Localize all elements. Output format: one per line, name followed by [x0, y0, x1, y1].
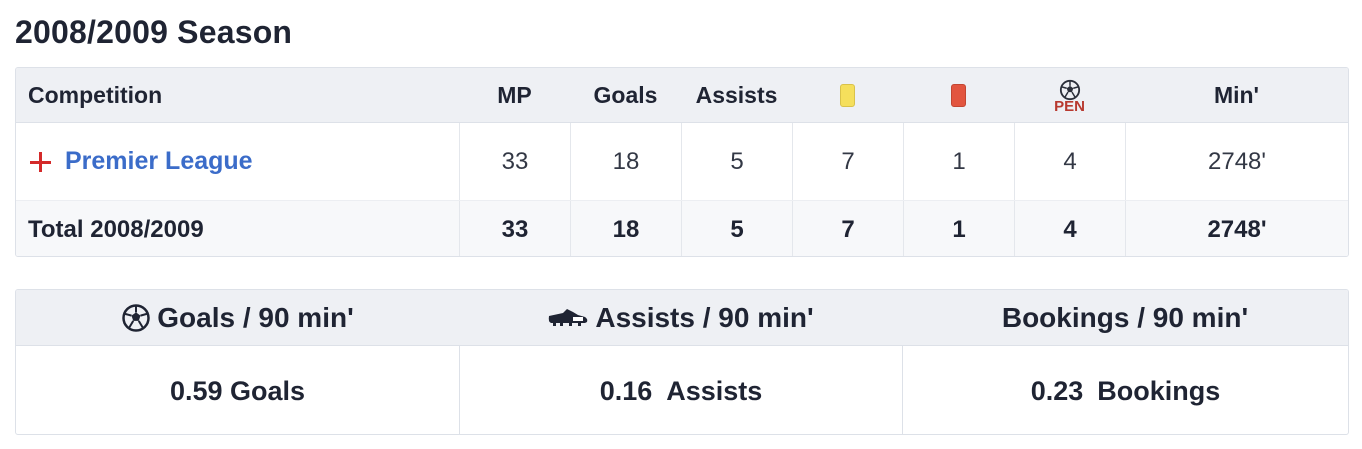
total-red-cards: 1: [903, 201, 1014, 256]
total-matches-played: 33: [459, 201, 570, 256]
total-assists: 5: [681, 201, 792, 256]
matches-played-value: 33: [459, 123, 570, 200]
goals-per-90-value: 0.59: [169, 375, 223, 406]
bookings-per-90-label: Bookings / 90 min': [1001, 301, 1249, 333]
total-goals: 18: [570, 201, 681, 256]
bookings-per-90-unit: Bookings: [1097, 375, 1221, 406]
header-assists[interactable]: Assists: [681, 68, 792, 122]
soccer-ball-icon: [121, 303, 151, 333]
total-yellow-cards: 7: [792, 201, 903, 256]
competition-cell: Premier League: [16, 123, 459, 200]
football-boot-icon: [547, 306, 589, 330]
assists-per-90-unit: Assists: [666, 375, 763, 406]
bookings-per-90-header: Bookings / 90 min': [902, 290, 1348, 345]
bookings-per-90-cell: 0.23 Bookings: [902, 346, 1348, 434]
yellow-cards-value: 7: [792, 123, 903, 200]
header-competition[interactable]: Competition: [16, 68, 459, 122]
goals-per-90-unit: Goals: [230, 375, 306, 406]
goals-per-90-cell: 0.59 Goals: [16, 346, 459, 434]
goals-per-90-label: Goals / 90 min': [157, 301, 354, 333]
penalty-label: PEN: [1054, 97, 1085, 115]
bookings-per-90-value: 0.23: [1030, 375, 1084, 406]
penalty-icon: PEN: [1054, 79, 1085, 114]
assists-per-90-value: 0.16: [599, 375, 653, 406]
header-yellow-cards[interactable]: [792, 68, 903, 122]
total-minutes: 2748': [1125, 201, 1348, 256]
table-row: Premier League 33 18 5 7 1 4 2748': [16, 123, 1348, 201]
england-flag-icon: [28, 150, 52, 174]
yellow-card-icon: [840, 83, 855, 107]
minutes-value: 2748': [1125, 123, 1348, 200]
goals-value: 18: [570, 123, 681, 200]
header-matches-played[interactable]: MP: [459, 68, 570, 122]
season-stats-table: Competition MP Goals Assists PEN Min' Pr…: [15, 67, 1349, 257]
table-header-row: Competition MP Goals Assists PEN Min': [16, 68, 1348, 123]
total-label: Total 2008/2009: [28, 215, 204, 243]
red-card-icon: [951, 83, 966, 107]
red-cards-value: 1: [903, 123, 1014, 200]
total-penalty-goals: 4: [1014, 201, 1125, 256]
header-minutes[interactable]: Min': [1125, 68, 1348, 122]
assists-per-90-label: Assists / 90 min': [595, 301, 814, 333]
page-title: 2008/2009 Season: [15, 14, 293, 50]
competition-link-premier-league[interactable]: Premier League: [28, 147, 253, 176]
per-90-values-row: 0.59 Goals 0.16 Assists 0.23 Bookings: [16, 346, 1348, 434]
per-90-header-row: Goals / 90 min' Assists / 90 min' Bookin…: [16, 290, 1348, 346]
goals-per-90-header: Goals / 90 min': [16, 290, 459, 345]
competition-name: Premier League: [65, 147, 253, 175]
header-goals[interactable]: Goals: [570, 68, 681, 122]
penalty-goals-value: 4: [1014, 123, 1125, 200]
header-red-cards[interactable]: [903, 68, 1014, 122]
header-penalty-goals[interactable]: PEN: [1014, 68, 1125, 122]
table-total-row: Total 2008/2009 33 18 5 7 1 4 2748': [16, 201, 1348, 256]
assists-per-90-header: Assists / 90 min': [459, 290, 902, 345]
per-90-stats-panel: Goals / 90 min' Assists / 90 min' Bookin…: [15, 289, 1349, 435]
assists-value: 5: [681, 123, 792, 200]
assists-per-90-cell: 0.16 Assists: [459, 346, 902, 434]
